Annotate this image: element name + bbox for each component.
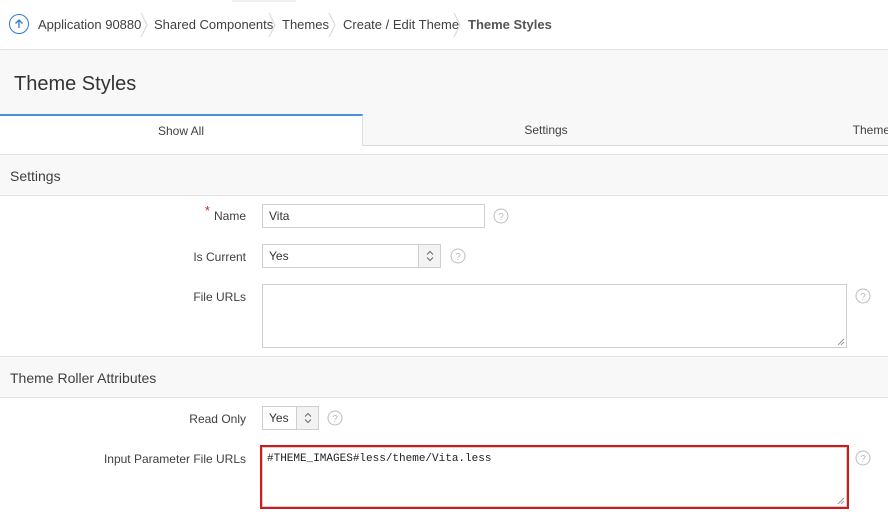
help-icon[interactable]: ? bbox=[493, 208, 509, 224]
name-label: * Name bbox=[6, 204, 246, 224]
help-icon[interactable]: ? bbox=[450, 248, 466, 264]
is-current-value: Yes bbox=[269, 249, 289, 263]
name-input[interactable]: Vita bbox=[262, 204, 485, 228]
help-icon[interactable]: ? bbox=[327, 410, 343, 426]
name-label-text: Name bbox=[213, 209, 246, 223]
tab-settings[interactable]: Settings bbox=[363, 114, 729, 146]
breadcrumb-shared-components[interactable]: Shared Components bbox=[154, 17, 273, 33]
breadcrumb-create-edit-theme[interactable]: Create / Edit Theme bbox=[343, 17, 459, 33]
tab-label: Theme bbox=[852, 123, 888, 137]
breadcrumb-separator-icon bbox=[453, 12, 461, 38]
breadcrumb-separator-icon bbox=[140, 12, 148, 38]
breadcrumb-separator-icon bbox=[328, 12, 336, 38]
file-urls-label: File URLs bbox=[193, 290, 246, 304]
page-title: Theme Styles bbox=[14, 73, 137, 95]
input-parameter-file-urls-label: Input Parameter File URLs bbox=[103, 452, 246, 466]
resize-grip-icon[interactable] bbox=[837, 338, 845, 346]
tab-bar: Show All Settings Theme bbox=[0, 114, 888, 146]
file-urls-textarea[interactable] bbox=[262, 284, 847, 348]
svg-text:?: ? bbox=[860, 454, 866, 465]
select-arrows-icon bbox=[418, 245, 440, 267]
breadcrumb-application[interactable]: Application 90880 bbox=[38, 17, 141, 33]
svg-text:?: ? bbox=[332, 414, 338, 425]
read-only-label: Read Only bbox=[189, 412, 246, 426]
help-icon[interactable]: ? bbox=[855, 288, 871, 304]
tab-label: Show All bbox=[157, 124, 205, 138]
breadcrumb-separator-icon bbox=[268, 12, 276, 38]
svg-text:?: ? bbox=[860, 292, 866, 303]
highlight-box bbox=[260, 445, 849, 509]
theme-roller-region-title: Theme Roller Attributes bbox=[10, 370, 157, 386]
breadcrumb-bar-accent bbox=[232, 0, 296, 2]
up-arrow-icon-glyph bbox=[15, 19, 23, 28]
is-current-select[interactable]: Yes bbox=[262, 244, 441, 268]
up-arrow-icon[interactable] bbox=[9, 14, 29, 34]
breadcrumb-themes[interactable]: Themes bbox=[282, 17, 329, 33]
read-only-value: Yes bbox=[269, 411, 289, 425]
read-only-select[interactable]: Yes bbox=[262, 406, 319, 430]
help-icon[interactable]: ? bbox=[855, 450, 871, 466]
breadcrumb-bar: Application 90880 Shared Components Them… bbox=[0, 0, 888, 50]
settings-region-title: Settings bbox=[10, 168, 61, 184]
svg-text:?: ? bbox=[498, 212, 504, 223]
name-input-value: Vita bbox=[269, 209, 290, 223]
svg-text:?: ? bbox=[455, 252, 461, 263]
tab-theme[interactable]: Theme bbox=[729, 114, 888, 146]
settings-region-header bbox=[0, 154, 888, 196]
required-indicator: * bbox=[204, 203, 210, 218]
tab-show-all[interactable]: Show All bbox=[0, 114, 363, 146]
tab-label: Settings bbox=[524, 123, 568, 137]
breadcrumb-current: Theme Styles bbox=[468, 17, 552, 32]
select-arrows-icon bbox=[296, 407, 318, 429]
is-current-label: Is Current bbox=[193, 250, 246, 264]
